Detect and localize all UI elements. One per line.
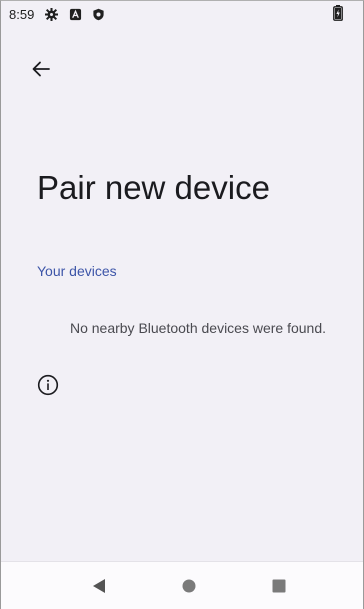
back-arrow-icon	[32, 61, 50, 77]
settings-gear-icon	[45, 8, 58, 21]
page-title: Pair new device	[37, 169, 270, 206]
nav-back-button[interactable]	[89, 576, 109, 596]
back-triangle-icon	[93, 579, 105, 593]
info-icon	[37, 374, 59, 396]
notification-a-icon	[69, 8, 82, 21]
battery-charging-icon	[333, 5, 343, 21]
recents-square-icon	[272, 579, 286, 593]
navigation-bar	[1, 561, 363, 609]
nav-recents-button[interactable]	[269, 576, 289, 596]
home-circle-icon	[182, 579, 196, 593]
screen: 8:59 Pair new device Your devices No nea…	[0, 0, 364, 609]
empty-devices-message: No nearby Bluetooth devices were found.	[69, 320, 327, 336]
status-time: 8:59	[9, 7, 35, 22]
back-button[interactable]	[25, 53, 57, 85]
status-bar: 8:59	[1, 1, 363, 27]
shield-icon	[93, 8, 104, 21]
nav-home-button[interactable]	[179, 576, 199, 596]
section-header-your-devices: Your devices	[37, 263, 117, 279]
